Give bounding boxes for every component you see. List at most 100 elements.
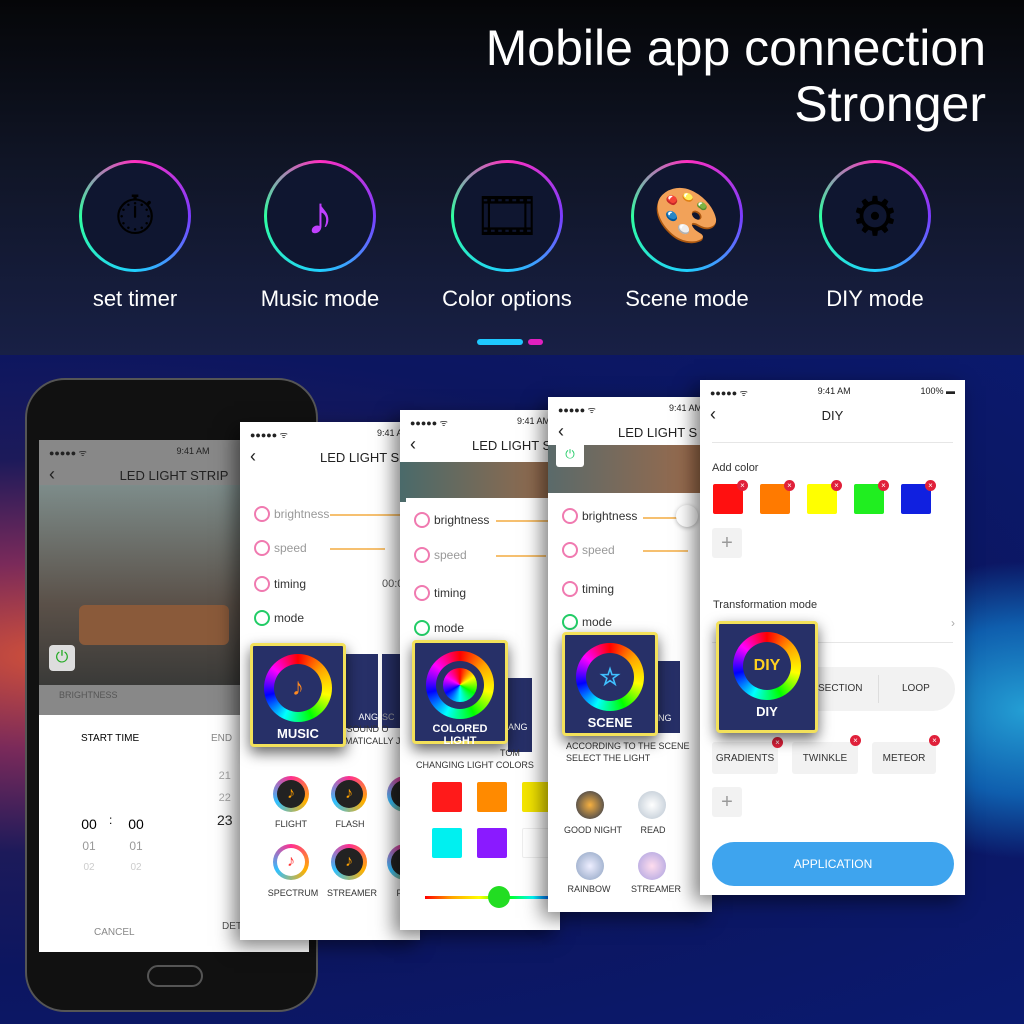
segment-section[interactable]: SECTION [818, 683, 862, 694]
add-color-button[interactable]: + [712, 528, 742, 558]
end-time-label: END [211, 733, 233, 744]
star-icon: ☆ [586, 653, 634, 701]
status-time: 9:41 AM [668, 403, 702, 413]
brightness-label: brightness [434, 513, 490, 527]
effect-chip-meteor[interactable]: METEOR [872, 742, 936, 774]
read-scene-icon[interactable] [638, 791, 666, 819]
feature-scene-mode: 🎨 Scene mode [597, 160, 777, 312]
status-time: 9:41 AM [516, 416, 550, 426]
remove-icon[interactable]: × [772, 737, 783, 748]
mode-card-behind[interactable]: NG [658, 661, 680, 733]
card-label: MUSIC [277, 726, 319, 741]
remove-color-icon[interactable]: × [925, 480, 936, 491]
timing-label: timing [582, 582, 615, 596]
scene-label: RAINBOW [567, 884, 611, 894]
mode-description: CHANGING LIGHT COLORS [416, 760, 534, 770]
timing-icon [414, 585, 430, 601]
scene-mode-card[interactable]: ☆ SCENE [562, 632, 658, 736]
streamer-scene-icon[interactable] [638, 852, 666, 880]
color-swatch[interactable] [432, 782, 462, 812]
feature-label: Scene mode [625, 286, 749, 311]
scene-label: STREAMER [630, 884, 681, 894]
power-button[interactable]: ⏻ [556, 441, 584, 467]
color-swatch[interactable] [477, 782, 507, 812]
back-button[interactable]: ‹ [410, 434, 416, 455]
speed-slider[interactable] [643, 550, 688, 552]
good-night-scene-icon[interactable] [576, 791, 604, 819]
status-time: 9:41 AM [176, 446, 210, 456]
mode-label: mode [274, 611, 305, 625]
add-effect-button[interactable]: + [712, 787, 742, 817]
end-hour-selected[interactable]: 23 [217, 809, 233, 831]
room-photo [400, 462, 560, 502]
back-button[interactable]: ‹ [250, 446, 256, 467]
remove-color-icon[interactable]: × [878, 480, 889, 491]
speed-slider[interactable] [496, 555, 546, 557]
flight-mode-icon[interactable]: ♪ [273, 776, 309, 812]
cancel-button[interactable]: CANCEL [94, 927, 135, 938]
spectrum-mode-icon[interactable]: ♪ [273, 844, 309, 880]
music-mode-card[interactable]: ♪ MUSIC [250, 643, 346, 747]
end-hour-option[interactable]: 21 [217, 765, 233, 787]
feature-diy-mode: ⚙ DIY mode [785, 160, 965, 312]
effect-chip-gradients[interactable]: GRADIENTS [712, 742, 778, 774]
streamer-mode-icon[interactable]: ♪ [331, 844, 367, 880]
brightness-icon [414, 512, 430, 528]
time-separator: : [109, 813, 113, 827]
speed-label: speed [582, 543, 615, 557]
feature-set-timer: ⏱ set timer [45, 160, 225, 312]
remove-icon[interactable]: × [929, 735, 940, 746]
chevron-right-icon[interactable]: › [951, 616, 955, 630]
power-button[interactable]: ⏻ [49, 645, 75, 671]
card-label: COLORED LIGHT [432, 723, 488, 747]
back-button[interactable]: ‹ [558, 421, 564, 442]
feature-label: DIY mode [826, 286, 924, 311]
mode-option-label: STREAMER [326, 888, 377, 898]
minute-selected[interactable]: 00 [121, 813, 151, 835]
remove-icon[interactable]: × [850, 735, 861, 746]
home-button[interactable] [147, 965, 203, 987]
effect-chip-twinkle[interactable]: TWINKLE [792, 742, 858, 774]
head-gears-icon: ⚙ [822, 163, 928, 269]
speed-label: speed [274, 541, 307, 555]
brightness-label: BRIGHTNESS [59, 690, 118, 700]
hour-selected[interactable]: 00 [74, 813, 104, 835]
remove-color-icon[interactable]: × [784, 480, 795, 491]
hour-option[interactable]: 01 [74, 835, 104, 857]
mode-card-behind[interactable]: ANG [508, 678, 532, 752]
color-swatch[interactable] [477, 828, 507, 858]
minute-option[interactable]: 01 [121, 835, 151, 857]
application-button[interactable]: APPLICATION [712, 842, 954, 886]
brightness-slider-thumb[interactable] [676, 505, 698, 527]
remove-color-icon[interactable]: × [831, 480, 842, 491]
timing-label: timing [274, 577, 307, 591]
end-hour-option[interactable]: 22 [217, 787, 233, 809]
card-label: DIY [756, 704, 778, 719]
brightness-icon [254, 506, 270, 522]
page-indicator-active[interactable] [477, 339, 523, 345]
mode-icon [414, 620, 430, 636]
signal-icon: ●●●●● ᯤ [250, 430, 288, 440]
minute-option[interactable]: 02 [121, 857, 151, 879]
film-strip-icon: 🎞 [454, 163, 560, 269]
headline: Mobile app connection Stronger [486, 20, 986, 132]
screen-title: LED LIGHT S [618, 425, 698, 440]
remove-color-icon[interactable]: × [737, 480, 748, 491]
mode-icon [562, 614, 578, 630]
page-indicator[interactable] [528, 339, 543, 345]
signal-icon: ●●●●● ᯤ [558, 405, 596, 415]
color-swatch[interactable] [432, 828, 462, 858]
colored-light-mode-card[interactable]: COLORED LIGHT [412, 640, 508, 747]
mode-description: ACCORDING TO THE SCENE [566, 741, 690, 751]
speed-slider[interactable] [330, 548, 385, 550]
diy-mode-card[interactable]: DIY DIY [716, 621, 818, 733]
add-color-label: Add color [712, 462, 759, 474]
feature-music-mode: ♪ Music mode [230, 160, 410, 312]
brightness-label: brightness [582, 509, 638, 523]
flash-mode-icon[interactable]: ♪ [331, 776, 367, 812]
feature-label: Music mode [260, 286, 380, 311]
rainbow-scene-icon[interactable] [576, 852, 604, 880]
divider [712, 442, 953, 443]
hour-option[interactable]: 02 [74, 857, 104, 879]
segment-loop[interactable]: LOOP [902, 683, 930, 694]
